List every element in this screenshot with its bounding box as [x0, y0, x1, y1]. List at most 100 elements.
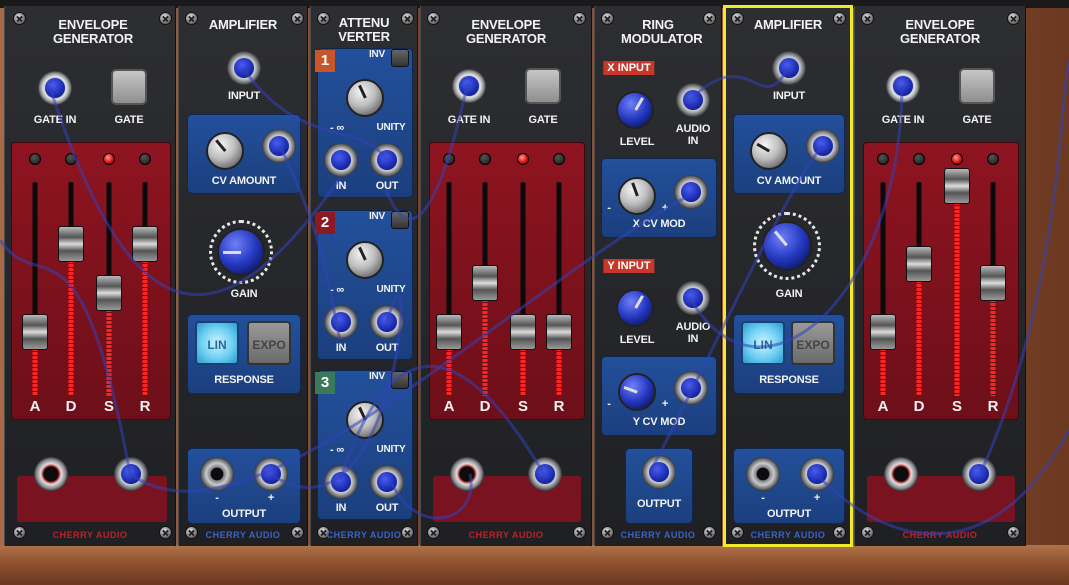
adsr-slider-r[interactable]	[132, 226, 158, 263]
adsr-slider-d[interactable]	[58, 226, 84, 263]
adsr-label-s: S	[103, 398, 115, 415]
cv-input-jack[interactable]	[806, 129, 840, 163]
slider-track-a	[32, 182, 38, 396]
adsr-slider-d[interactable]	[906, 245, 932, 282]
channel-number: 2	[315, 212, 335, 234]
x-level-knob[interactable]	[616, 91, 654, 129]
gain-knob[interactable]	[762, 221, 812, 271]
module-title: AMPLIFIER	[208, 17, 278, 32]
output-jack[interactable]	[642, 455, 676, 489]
inv-button[interactable]	[391, 371, 409, 389]
attenuverter-knob-1[interactable]	[346, 79, 384, 117]
out-jack[interactable]	[370, 465, 404, 499]
adsr-led-r	[553, 153, 565, 165]
x-audio-in-jack[interactable]	[676, 83, 710, 117]
y-cv-mod-knob[interactable]	[618, 373, 656, 411]
attenuverter-knob-3[interactable]	[346, 401, 384, 439]
y-cv-jack[interactable]	[674, 371, 708, 405]
gate-in-jack[interactable]	[38, 71, 72, 105]
module-title: AMPLIFIER	[753, 17, 823, 32]
adsr-label-d: D	[65, 398, 77, 415]
inv-button[interactable]	[391, 211, 409, 229]
y-level-knob[interactable]	[616, 289, 654, 327]
out-label: OUT	[375, 180, 399, 192]
input-jack[interactable]	[227, 51, 261, 85]
x-cv-mod-knob[interactable]	[618, 177, 656, 215]
envelope-output-inverted-jack[interactable]	[34, 457, 68, 491]
envelope-generator-module-2: ENVELOPE GENERATOR GATE IN GATE CHERRY A…	[420, 6, 592, 546]
envelope-output-inverted-jack[interactable]	[884, 457, 918, 491]
adsr-label-a: A	[877, 398, 889, 415]
adsr-slider-s[interactable]	[96, 274, 122, 311]
adsr-led-r	[139, 153, 151, 165]
input-jack[interactable]	[772, 51, 806, 85]
adsr-slider-s[interactable]	[510, 313, 536, 350]
minus-label: -	[215, 492, 219, 504]
gate-button[interactable]	[525, 68, 561, 104]
gate-label: GATE	[962, 114, 992, 126]
output-label: OUTPUT	[636, 498, 682, 510]
cv-input-jack[interactable]	[262, 129, 296, 163]
output-plus-jack[interactable]	[800, 457, 834, 491]
y-audio-in-jack[interactable]	[676, 281, 710, 315]
module-title: ENVELOPE GENERATOR	[465, 17, 547, 46]
adsr-label-r: R	[987, 398, 999, 415]
envelope-output-jack[interactable]	[114, 457, 148, 491]
adsr-slider-a[interactable]	[436, 313, 462, 350]
gate-in-jack[interactable]	[886, 69, 920, 103]
adsr-slider-d[interactable]	[472, 265, 498, 301]
in-jack[interactable]	[324, 465, 358, 499]
cv-amount-label: CV AMOUNT	[211, 175, 277, 187]
out-jack[interactable]	[370, 305, 404, 339]
expo-button[interactable]: EXPO	[791, 321, 835, 365]
gate-in-jack[interactable]	[452, 69, 486, 103]
y-input-tag: Y INPUT	[603, 259, 655, 273]
adsr-slider-r[interactable]	[546, 313, 572, 350]
output-minus-jack[interactable]	[746, 457, 780, 491]
output-label: OUTPUT	[766, 508, 812, 520]
envelope-output-inverted-jack[interactable]	[450, 457, 484, 491]
slider-level-d	[916, 263, 922, 396]
out-label: OUT	[375, 502, 399, 514]
adsr-slider-s[interactable]	[944, 168, 970, 204]
ring-modulator-module: RING MODULATOR X INPUT LEVEL AUDIO IN - …	[594, 6, 722, 546]
inv-button[interactable]	[391, 49, 409, 67]
output-plus-jack[interactable]	[254, 457, 288, 491]
x-cv-jack[interactable]	[674, 175, 708, 209]
adsr-slider-r[interactable]	[980, 265, 1006, 301]
in-jack[interactable]	[324, 305, 358, 339]
envelope-output-jack[interactable]	[528, 457, 562, 491]
in-jack[interactable]	[324, 143, 358, 177]
brand-label: CHERRY AUDIO	[205, 530, 281, 540]
attenuverter-knob-2[interactable]	[346, 241, 384, 279]
envelope-generator-module-3: ENVELOPE GENERATOR GATE IN GATE CHERRY A…	[854, 6, 1026, 546]
adsr-slider-a[interactable]	[22, 313, 48, 350]
envelope-output-jack[interactable]	[962, 457, 996, 491]
x-level-label: LEVEL	[619, 136, 655, 148]
gate-button[interactable]	[959, 68, 995, 104]
lin-button[interactable]: LIN	[195, 321, 239, 365]
expo-button[interactable]: EXPO	[247, 321, 291, 365]
out-label: OUT	[375, 342, 399, 354]
adsr-led-a	[877, 153, 889, 165]
brand-label: CHERRY AUDIO	[52, 530, 128, 540]
slider-level-s	[954, 186, 960, 396]
y-audio-in-label: AUDIO IN	[675, 321, 711, 345]
gate-button[interactable]	[111, 69, 147, 105]
out-jack[interactable]	[370, 143, 404, 177]
amplifier-module-2[interactable]: AMPLIFIER INPUT CV AMOUNT GAIN LIN EXPO …	[723, 5, 853, 547]
output-label: OUTPUT	[221, 508, 267, 520]
gain-knob[interactable]	[217, 228, 265, 276]
unity-label: UNITY	[376, 284, 406, 295]
adsr-led-s	[103, 153, 115, 165]
adsr-slider-a[interactable]	[870, 313, 896, 350]
adsr-led-d	[913, 153, 925, 165]
cv-amount-knob[interactable]	[206, 132, 244, 170]
neg-infinity-label: - ∞	[330, 444, 344, 456]
cv-amount-knob[interactable]	[750, 132, 788, 170]
module-title: ENVELOPE GENERATOR	[899, 17, 981, 46]
gate-label: GATE	[114, 114, 144, 126]
output-minus-jack[interactable]	[200, 457, 234, 491]
lin-button[interactable]: LIN	[741, 321, 785, 365]
brand-label: CHERRY AUDIO	[750, 530, 826, 540]
